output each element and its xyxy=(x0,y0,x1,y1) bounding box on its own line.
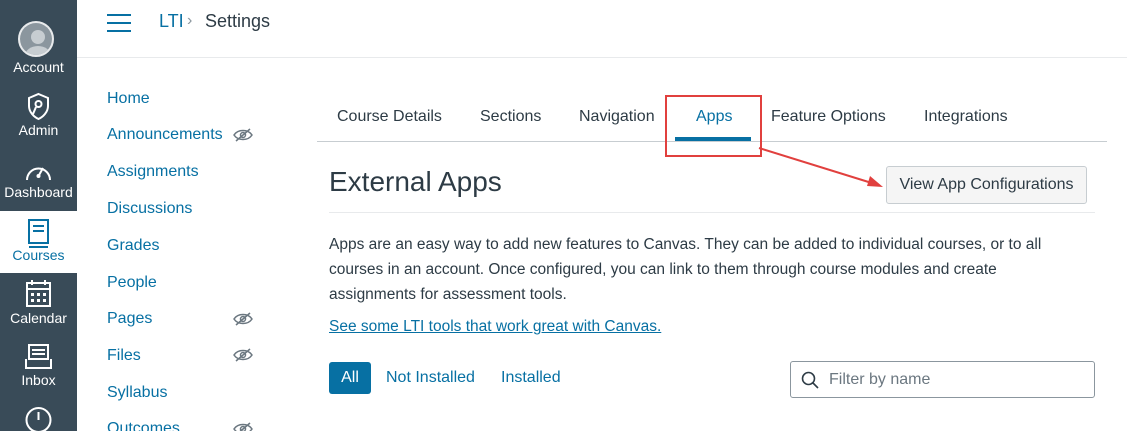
book-icon xyxy=(28,219,49,248)
global-nav-account-label: Account xyxy=(13,59,64,75)
clock-icon xyxy=(25,407,52,431)
page-title: External Apps xyxy=(329,166,502,197)
divider xyxy=(329,212,1095,213)
tab-feature-options[interactable]: Feature Options xyxy=(771,108,886,126)
calendar-icon xyxy=(26,280,51,307)
global-nav-courses[interactable]: Courses xyxy=(0,211,77,273)
global-nav-calendar-label: Calendar xyxy=(10,310,67,326)
course-nav-people[interactable]: People xyxy=(107,274,157,292)
global-nav-dashboard[interactable]: Dashboard xyxy=(0,148,77,210)
user-avatar-icon xyxy=(18,21,54,57)
filter-not-installed-link[interactable]: Not Installed xyxy=(386,369,475,387)
eye-hidden-icon xyxy=(233,128,253,142)
global-nav: Account Admin Dashboard Courses Calendar… xyxy=(0,0,77,431)
annotation-highlight-box xyxy=(665,95,762,157)
filter-search-box[interactable] xyxy=(790,361,1095,398)
course-nav: Home Announcements Assignments Discussio… xyxy=(107,0,287,431)
course-nav-syllabus[interactable]: Syllabus xyxy=(107,384,167,402)
search-icon xyxy=(801,371,819,389)
global-nav-inbox[interactable]: Inbox xyxy=(0,337,77,399)
eye-hidden-icon xyxy=(233,312,253,326)
course-nav-assignments[interactable]: Assignments xyxy=(107,163,199,181)
tab-integrations[interactable]: Integrations xyxy=(924,108,1008,126)
global-nav-dashboard-label: Dashboard xyxy=(4,184,73,200)
eye-hidden-icon xyxy=(233,422,253,431)
global-nav-inbox-label: Inbox xyxy=(21,372,56,388)
eye-hidden-icon xyxy=(233,348,253,362)
global-nav-admin[interactable]: Admin xyxy=(0,80,77,142)
course-nav-home[interactable]: Home xyxy=(107,90,150,108)
global-nav-courses-label: Courses xyxy=(12,247,65,263)
course-nav-pages[interactable]: Pages xyxy=(107,310,152,328)
lti-tools-link[interactable]: See some LTI tools that work great with … xyxy=(329,318,661,336)
tab-course-details[interactable]: Course Details xyxy=(337,108,442,126)
course-nav-grades[interactable]: Grades xyxy=(107,237,159,255)
global-nav-admin-label: Admin xyxy=(18,122,59,138)
global-nav-account[interactable]: Account xyxy=(0,0,77,75)
view-app-configurations-button[interactable]: View App Configurations xyxy=(886,166,1087,204)
annotation-arrow-icon xyxy=(758,147,883,187)
course-nav-discussions[interactable]: Discussions xyxy=(107,200,192,218)
filter-installed-link[interactable]: Installed xyxy=(501,369,561,387)
course-nav-files[interactable]: Files xyxy=(107,347,141,365)
global-nav-calendar[interactable]: Calendar xyxy=(0,274,77,336)
course-nav-announcements[interactable]: Announcements xyxy=(107,126,223,144)
dashboard-gauge-icon xyxy=(26,167,51,181)
shield-icon xyxy=(28,92,49,121)
filter-by-name-input[interactable] xyxy=(829,368,1084,392)
filter-all-button[interactable]: All xyxy=(329,362,371,394)
inbox-icon xyxy=(25,344,52,369)
course-nav-outcomes[interactable]: Outcomes xyxy=(107,420,180,431)
apps-description: Apps are an easy way to add new features… xyxy=(329,236,1042,303)
tab-sections[interactable]: Sections xyxy=(480,108,541,126)
tab-navigation[interactable]: Navigation xyxy=(579,108,655,126)
global-nav-history[interactable] xyxy=(0,400,77,431)
